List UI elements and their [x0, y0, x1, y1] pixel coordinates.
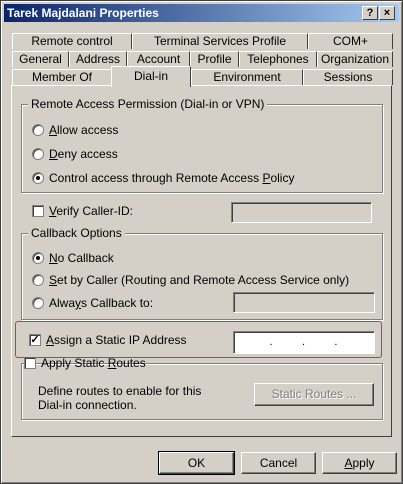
policy-access-label: Control access through Remote Access Pol…: [49, 171, 295, 185]
deny-access-radio-indicator: [32, 148, 44, 160]
assign-static-ip-box: ✓: [29, 334, 41, 346]
tab-remote-control[interactable]: Remote control: [12, 33, 132, 49]
tab-com-plus[interactable]: COM+: [308, 33, 393, 49]
assign-static-ip-label: Assign a Static IP Address: [46, 333, 187, 347]
tab-address[interactable]: Address: [69, 51, 127, 67]
set-by-caller-label: Set by Caller (Routing and Remote Access…: [49, 273, 350, 287]
always-callback-radio-indicator: [32, 297, 44, 309]
tab-general[interactable]: General: [12, 51, 69, 67]
no-callback-label: No Callback: [49, 251, 114, 265]
verify-caller-id-box: [32, 205, 44, 217]
tab-member-of[interactable]: Member Of: [12, 69, 112, 85]
tab-telephones[interactable]: Telephones: [239, 51, 317, 67]
cancel-button[interactable]: Cancel: [241, 452, 316, 474]
callback-options-group: Callback Options No Callback Set by Call…: [21, 226, 383, 320]
apply-button[interactable]: Apply: [322, 452, 397, 474]
allow-access-label: Allow access: [49, 123, 119, 137]
caller-id-input: [231, 202, 372, 223]
apply-static-routes-box: [24, 357, 36, 369]
policy-access-radio-indicator: [32, 172, 44, 184]
callback-options-legend: Callback Options: [28, 226, 125, 240]
window-title: Tarek Majdalani Properties: [7, 6, 159, 20]
static-ip-input[interactable]: . . .: [233, 331, 375, 354]
allow-access-radio-indicator: [32, 124, 44, 136]
help-button[interactable]: ?: [362, 6, 378, 20]
ok-button[interactable]: OK: [158, 451, 235, 475]
static-routes-group: Apply Static Routes Define routes to ena…: [21, 355, 383, 420]
remote-access-group: Remote Access Permission (Dial-in or VPN…: [21, 97, 383, 193]
tab-organization[interactable]: Organization: [317, 51, 393, 67]
tab-sessions[interactable]: Sessions: [303, 69, 393, 85]
set-by-caller-radio-indicator: [32, 274, 44, 286]
tab-terminal-services-profile[interactable]: Terminal Services Profile: [132, 33, 308, 49]
title-bar: Tarek Majdalani Properties ? ×: [4, 4, 399, 22]
static-routes-description: Define routes to enable for this Dial-in…: [38, 384, 202, 412]
tab-dial-in[interactable]: Dial-in: [111, 66, 191, 87]
tab-account[interactable]: Account: [127, 51, 190, 67]
remote-access-legend: Remote Access Permission (Dial-in or VPN…: [28, 97, 268, 111]
no-callback-radio-indicator: [32, 252, 44, 264]
deny-access-label: Deny access: [49, 147, 118, 161]
tab-profile[interactable]: Profile: [190, 51, 239, 67]
callback-number-input: [233, 292, 375, 313]
always-callback-label: Always Callback to:: [49, 296, 154, 310]
close-button[interactable]: ×: [379, 6, 395, 20]
static-routes-button[interactable]: Static Routes ...: [254, 383, 374, 406]
tab-environment[interactable]: Environment: [191, 69, 303, 85]
verify-caller-id-label: Verify Caller-ID:: [49, 204, 134, 218]
properties-dialog: Tarek Majdalani Properties ? × Remote co…: [0, 0, 403, 484]
help-icon: ?: [366, 7, 374, 19]
dial-in-panel: Remote Access Permission (Dial-in or VPN…: [11, 85, 392, 437]
close-icon: ×: [383, 7, 391, 19]
